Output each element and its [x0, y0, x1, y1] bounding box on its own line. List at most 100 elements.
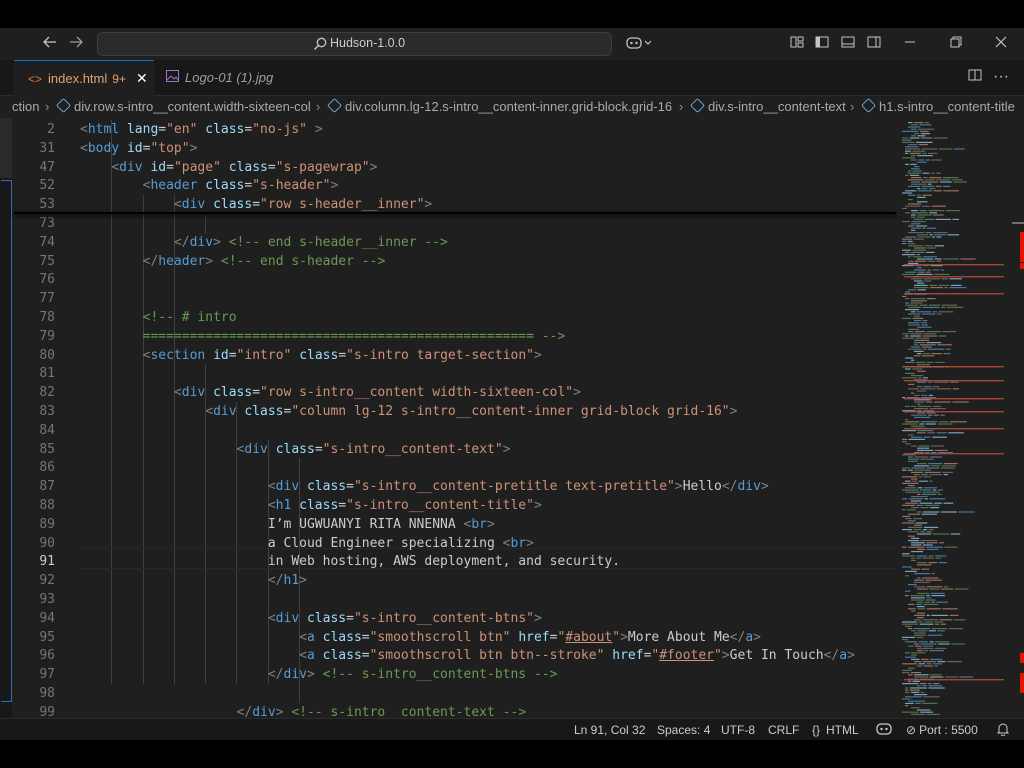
minimap-line [910, 251, 925, 253]
indentation[interactable]: Spaces: 4 [657, 723, 710, 737]
minimap-line [911, 568, 921, 570]
close-icon[interactable] [991, 34, 1011, 54]
minimap-line [902, 522, 915, 524]
breadcrumb-item[interactable]: div.row.s-intro__content.width-sixteen-c… [56, 98, 311, 114]
code-line[interactable]: <div class="row s-intro__content width-s… [80, 383, 581, 402]
element-icon [861, 98, 876, 113]
minimap-line [917, 630, 928, 632]
code-line[interactable]: <!-- # intro [80, 308, 237, 327]
code-editor[interactable]: 2 31 47 52 53 73 74 75 76 77 78 79 80 81 82 83 84 85 86 87 8… [0, 118, 1024, 720]
code-line[interactable]: <h1 class="s-intro__content-title"> [80, 496, 542, 515]
code-line[interactable]: <section id="intro" class="s-intro targe… [80, 346, 542, 365]
bell-icon[interactable] [996, 722, 1010, 739]
minimap-line [936, 313, 942, 315]
minimap-line [905, 236, 917, 238]
minimap-line [909, 689, 921, 691]
element-icon [327, 98, 342, 113]
minimap-line [922, 227, 926, 229]
minimap[interactable] [896, 118, 1024, 718]
code-line[interactable]: <a class="smoothscroll btn" href="#about… [80, 628, 761, 647]
code-line[interactable]: </h1> [80, 571, 307, 590]
minimap-line [912, 150, 926, 152]
minimap-line [902, 621, 917, 623]
toggle-sidebar-icon[interactable] [812, 34, 832, 54]
minimap-line [927, 247, 937, 249]
tab-index-html[interactable]: <> index.html 9+ ✕ [14, 60, 154, 96]
minimap-line [937, 489, 943, 491]
code-line[interactable]: <header class="s-header"> [80, 176, 339, 195]
minimap-line [916, 254, 921, 256]
toggle-secondary-sidebar-icon[interactable] [864, 34, 884, 54]
minimap-line [943, 463, 958, 465]
code-line[interactable]: <a class="smoothscroll btn btn--stroke" … [80, 646, 855, 665]
minimap-line [915, 337, 930, 339]
minimap-line [919, 623, 934, 625]
back-arrow-icon[interactable] [40, 34, 60, 54]
minimap-line [950, 533, 961, 535]
minimap-line [902, 683, 919, 685]
code-line[interactable]: <div id="page" class="s-pagewrap"> [80, 158, 377, 177]
minimap-line [917, 709, 931, 711]
restore-icon[interactable] [946, 34, 966, 54]
breadcrumb-item[interactable]: ction [12, 99, 39, 114]
language-mode[interactable]: {} HTML [812, 723, 859, 737]
line-number: 92 [39, 573, 55, 589]
minimap-line [905, 212, 910, 214]
minimap-line [922, 544, 933, 546]
minimap-line [926, 586, 943, 588]
minimap-line [908, 540, 919, 542]
breadcrumb-item[interactable]: div.column.lg-12.s-intro__content-inner.… [327, 98, 672, 114]
code-line[interactable]: <body id="top"> [80, 139, 197, 158]
copilot-status-icon[interactable] [876, 722, 892, 739]
forward-arrow-icon[interactable] [66, 34, 86, 54]
minimap-line [952, 401, 969, 403]
line-ending[interactable]: CRLF [768, 723, 799, 737]
minimap-line [914, 474, 920, 476]
minimap-line [921, 493, 937, 495]
minimap-line [935, 185, 942, 187]
minimap-line [908, 667, 915, 669]
code-line[interactable]: <div class="s-intro__content-pretitle te… [80, 477, 769, 496]
code-line[interactable]: </header> <!-- end s-header --> [80, 252, 386, 271]
scrollbar-thumb[interactable] [1012, 222, 1024, 224]
code-line[interactable]: in Web hosting, AWS deployment, and secu… [80, 552, 620, 571]
code-line[interactable]: <div class="s-intro__content-text"> [80, 440, 511, 459]
tab-logo-jpg[interactable]: Logo-01 (1).jpg [154, 60, 284, 95]
minimap-line [929, 234, 933, 236]
copilot-icon[interactable] [624, 34, 654, 54]
close-tab-icon[interactable]: ✕ [136, 70, 148, 87]
minimap-line [914, 394, 920, 396]
code-line[interactable]: ========================================… [80, 327, 566, 346]
code-line[interactable]: <div class="column lg-12 s-intro__conten… [80, 402, 737, 421]
minimap-line [902, 423, 918, 425]
minimap-line [908, 185, 921, 187]
layout-icon[interactable] [787, 34, 807, 54]
minimap-line [918, 480, 928, 482]
line-number: 96 [39, 648, 55, 664]
code-line[interactable]: </div> <!-- end s-header__inner --> [80, 233, 448, 252]
code-line[interactable]: I’m UGWUANYI RITA NNENNA <br> [80, 515, 495, 534]
minimap-line [911, 544, 922, 546]
breadcrumb-item[interactable]: div.s-intro__content-text [690, 98, 846, 114]
minimap-line [935, 557, 941, 559]
code-line[interactable]: a Cloud Engineer specializing <br> [80, 534, 534, 553]
code-line[interactable]: <html lang="en" class="no-js" > [80, 120, 323, 139]
more-actions-icon[interactable]: ··· [991, 67, 1011, 87]
code-line[interactable]: <div class="s-intro__content-btns"> [80, 609, 542, 628]
encoding[interactable]: UTF-8 [721, 723, 755, 737]
command-center-search[interactable]: Hudson-1.0.0 [97, 32, 612, 56]
cursor-position[interactable]: Ln 91, Col 32 [574, 723, 645, 737]
code-line[interactable]: </div> <!-- s-intro__content-btns --> [80, 665, 558, 684]
breadcrumb-item[interactable]: h1.s-intro__content-title [861, 98, 1015, 114]
minimap-line [917, 381, 927, 383]
minimap-line [928, 414, 933, 416]
live-server-port[interactable]: ⊘ Port : 5500 [906, 723, 978, 737]
minimap-line [917, 463, 927, 465]
split-editor-icon[interactable] [965, 67, 985, 87]
minimap-line [926, 298, 936, 300]
minimize-icon[interactable] [900, 34, 920, 54]
minimap-line [940, 467, 956, 469]
toggle-panel-icon[interactable] [838, 34, 858, 54]
minimap-line [935, 623, 940, 625]
minimap-line [941, 511, 958, 513]
